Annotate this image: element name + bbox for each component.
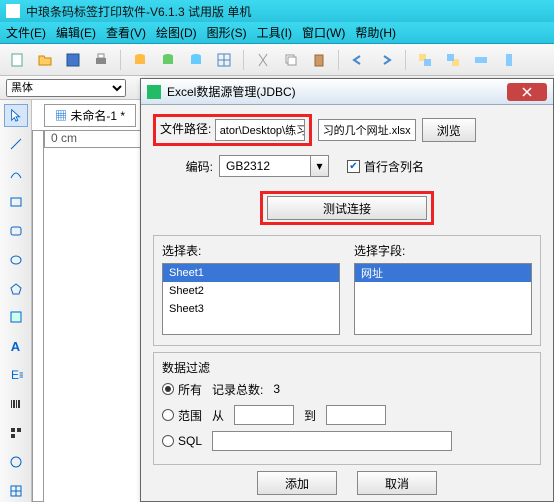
redo-icon[interactable] — [375, 49, 397, 71]
cancel-button[interactable]: 取消 — [357, 471, 437, 495]
total-value: 3 — [273, 382, 280, 396]
app-icon — [6, 4, 20, 18]
excel-datasource-dialog: Excel数据源管理(JDBC) 文件路径: ator\Desktop\练习的几… — [140, 78, 554, 502]
font-select[interactable]: 黑体 — [6, 79, 126, 97]
db3-icon[interactable] — [185, 49, 207, 71]
filter-range-radio[interactable]: 范围 — [162, 407, 202, 424]
field-item[interactable]: 网址 — [355, 264, 531, 282]
qrcode-tool-icon[interactable] — [4, 421, 28, 444]
copy-icon[interactable] — [280, 49, 302, 71]
first-row-header-checkbox[interactable]: ✔ 首行含列名 — [347, 158, 424, 175]
arrange3-icon[interactable] — [470, 49, 492, 71]
print-icon[interactable] — [90, 49, 112, 71]
excel-icon — [147, 85, 161, 99]
grid-icon[interactable] — [213, 49, 235, 71]
tables-listbox[interactable]: Sheet1 Sheet2 Sheet3 — [162, 263, 340, 335]
select-table-label: 选择表: — [162, 242, 340, 259]
circle-tool-icon[interactable] — [4, 450, 28, 473]
fields-listbox[interactable]: 网址 — [354, 263, 532, 335]
test-highlight: 测试连接 — [260, 191, 434, 225]
close-icon — [522, 87, 532, 97]
cut-icon[interactable] — [252, 49, 274, 71]
richtext-tool-icon[interactable]: E≡ — [4, 364, 28, 387]
arrange2-icon[interactable] — [442, 49, 464, 71]
filter-all-radio[interactable]: 所有 — [162, 381, 202, 398]
app-titlebar: 中琅条码标签打印软件-V6.1.3 试用版 单机 — [0, 0, 554, 22]
encoding-combo[interactable]: GB2312 ▾ — [219, 155, 329, 177]
arrange1-icon[interactable] — [414, 49, 436, 71]
menu-tool[interactable]: 工具(I) — [257, 24, 292, 41]
path-input[interactable]: ator\Desktop\练习的几个网址.xlsx — [215, 119, 305, 141]
menu-view[interactable]: 查看(V) — [106, 24, 146, 41]
arrange4-icon[interactable] — [498, 49, 520, 71]
dialog-title: Excel数据源管理(JDBC) — [167, 83, 296, 100]
path-label: 文件路径: — [160, 122, 211, 136]
menu-file[interactable]: 文件(E) — [6, 24, 46, 41]
close-button[interactable] — [507, 83, 547, 101]
line-tool-icon[interactable] — [4, 133, 28, 156]
image-tool-icon[interactable] — [4, 306, 28, 329]
curve-tool-icon[interactable] — [4, 162, 28, 185]
chevron-down-icon[interactable]: ▾ — [310, 156, 328, 176]
open-icon[interactable] — [34, 49, 56, 71]
range-to-input[interactable] — [326, 405, 386, 425]
menu-shape[interactable]: 图形(S) — [207, 24, 247, 41]
total-label: 记录总数: — [212, 381, 263, 398]
path-suffix: 习的几个网址.xlsx — [318, 119, 416, 141]
encoding-label: 编码: — [153, 158, 213, 175]
filter-sql-radio[interactable]: SQL — [162, 434, 202, 448]
app-title: 中琅条码标签打印软件-V6.1.3 试用版 单机 — [26, 3, 251, 20]
grid-tool-icon[interactable] — [4, 479, 28, 502]
table-item[interactable]: Sheet1 — [163, 264, 339, 282]
new-icon[interactable] — [6, 49, 28, 71]
db-icon[interactable] — [129, 49, 151, 71]
save-icon[interactable] — [62, 49, 84, 71]
dialog-titlebar: Excel数据源管理(JDBC) — [141, 79, 553, 105]
table-item[interactable]: Sheet2 — [163, 282, 339, 300]
barcode-tool-icon[interactable] — [4, 393, 28, 416]
polygon-tool-icon[interactable] — [4, 277, 28, 300]
sql-input[interactable] — [212, 431, 452, 451]
ruler-vertical — [32, 130, 44, 502]
browse-button[interactable]: 浏览 — [422, 118, 476, 142]
menu-help[interactable]: 帮助(H) — [355, 24, 396, 41]
text-tool-icon[interactable]: A — [4, 335, 28, 358]
pointer-tool-icon[interactable] — [4, 104, 28, 127]
menu-draw[interactable]: 绘图(D) — [156, 24, 197, 41]
test-connection-button[interactable]: 测试连接 — [267, 196, 427, 220]
menubar: 文件(E) 编辑(E) 查看(V) 绘图(D) 图形(S) 工具(I) 窗口(W… — [0, 22, 554, 44]
db2-icon[interactable] — [157, 49, 179, 71]
path-label-highlight: 文件路径: ator\Desktop\练习的几个网址.xlsx — [153, 114, 312, 146]
main-toolbar — [0, 44, 554, 76]
table-item[interactable]: Sheet3 — [163, 300, 339, 318]
select-field-label: 选择字段: — [354, 242, 532, 259]
undo-icon[interactable] — [347, 49, 369, 71]
menu-edit[interactable]: 编辑(E) — [56, 24, 96, 41]
document-tab[interactable]: ▦ 未命名-1 * — [44, 104, 136, 127]
ellipse-tool-icon[interactable] — [4, 248, 28, 271]
range-from-input[interactable] — [234, 405, 294, 425]
add-button[interactable]: 添加 — [257, 471, 337, 495]
left-toolbox: A E≡ — [0, 100, 32, 502]
menu-window[interactable]: 窗口(W) — [302, 24, 345, 41]
svg-text:E≡: E≡ — [11, 368, 23, 382]
filter-label: 数据过滤 — [162, 361, 210, 375]
rect-tool-icon[interactable] — [4, 191, 28, 214]
roundrect-tool-icon[interactable] — [4, 219, 28, 242]
paste-icon[interactable] — [308, 49, 330, 71]
